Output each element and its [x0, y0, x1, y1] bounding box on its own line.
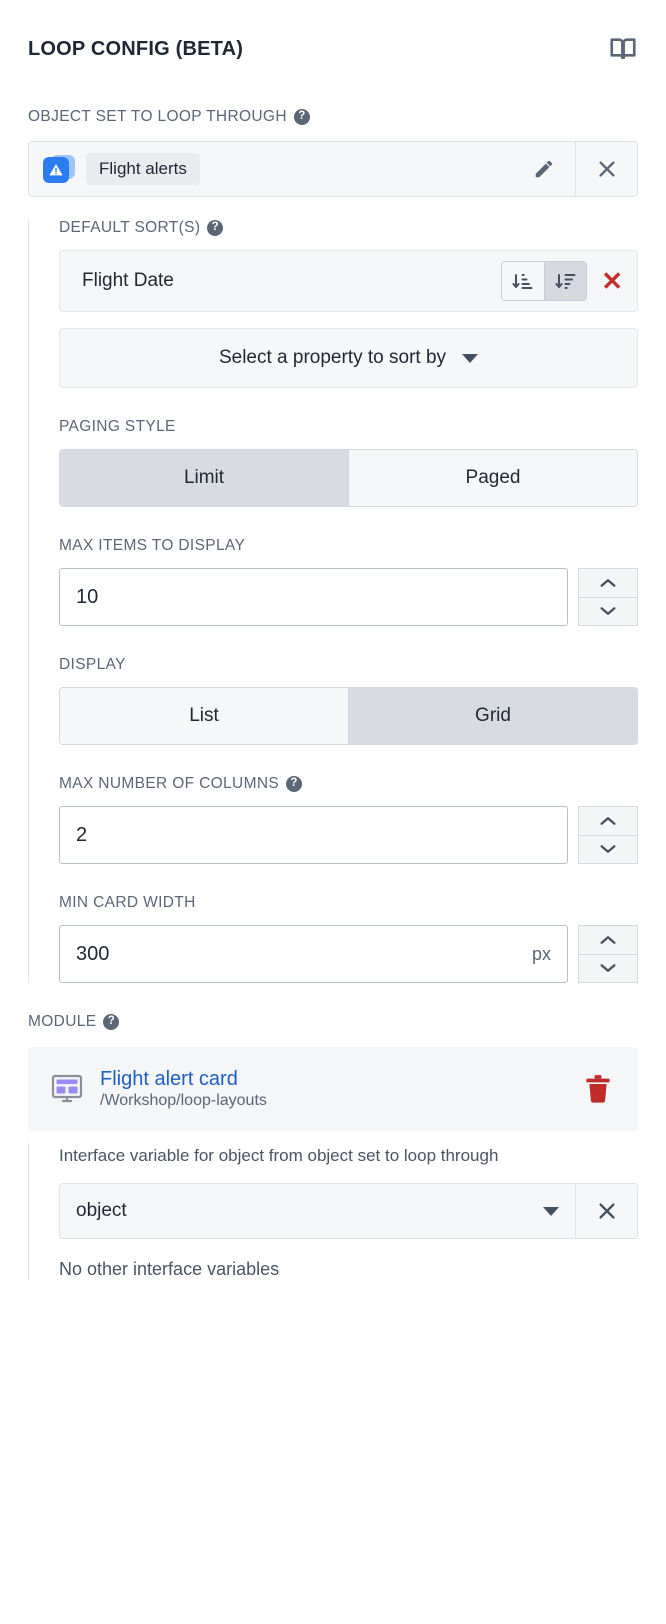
module-label-text: MODULE — [28, 1013, 97, 1030]
add-sort-select[interactable]: Select a property to sort by — [59, 328, 638, 388]
max-columns-input[interactable]: 2 — [59, 806, 568, 864]
max-items-stepper — [578, 568, 638, 626]
help-icon[interactable]: ? — [207, 220, 224, 236]
interface-variable-row: object — [59, 1183, 638, 1240]
object-set-chip[interactable]: Flight alerts — [86, 153, 200, 185]
object-set-label: OBJECT SET TO LOOP THROUGH ? — [28, 108, 638, 126]
help-icon[interactable]: ? — [286, 776, 303, 792]
layout-screen-icon — [50, 1072, 84, 1106]
paging-style-option-limit[interactable]: Limit — [60, 450, 348, 506]
default-sorts-label-text: DEFAULT SORT(S) — [59, 219, 201, 236]
page-title: LOOP CONFIG (BETA) — [28, 37, 244, 60]
max-columns-value: 2 — [76, 823, 88, 846]
help-icon[interactable]: ? — [293, 109, 310, 125]
clear-object-set-button[interactable] — [575, 142, 637, 196]
object-set-row: Flight alerts — [28, 141, 638, 197]
remove-sort-button[interactable]: ✕ — [601, 268, 623, 294]
paging-style-option-paged[interactable]: Paged — [348, 450, 637, 506]
book-icon[interactable] — [608, 34, 638, 64]
chevron-down-icon[interactable] — [578, 597, 638, 626]
interface-variable-description: Interface variable for object from objec… — [59, 1146, 499, 1165]
edit-object-set-button[interactable] — [513, 142, 575, 196]
max-columns-label-text: MAX NUMBER OF COLUMNS — [59, 775, 280, 792]
paging-style-label-text: PAGING STYLE — [59, 418, 176, 435]
interface-variable-section: Interface variable for object from objec… — [28, 1143, 638, 1281]
trash-icon[interactable] — [584, 1074, 612, 1104]
min-card-width-label-text: MIN CARD WIDTH — [59, 894, 196, 911]
sort-descending-icon[interactable] — [544, 262, 587, 300]
min-card-width-value: 300 — [76, 942, 110, 965]
module-label: MODULE ? — [28, 1013, 638, 1031]
sort-direction-toggle — [501, 261, 588, 301]
min-card-width-unit: px — [531, 943, 551, 964]
paging-style-label: PAGING STYLE — [59, 418, 638, 436]
max-columns-field: 2 — [59, 806, 638, 864]
default-sorts-label: DEFAULT SORT(S) ? — [59, 219, 638, 237]
chevron-down-icon — [543, 1206, 559, 1216]
clear-interface-variable-button[interactable] — [575, 1184, 637, 1239]
chevron-up-icon[interactable] — [578, 925, 638, 955]
loop-config-panel: LOOP CONFIG (BETA) OBJECT SET TO LOOP TH… — [0, 0, 666, 1624]
loop-config-body: DEFAULT SORT(S) ? Flight Date ✕ Select a… — [28, 219, 638, 983]
display-toggle: List Grid — [59, 687, 638, 745]
chevron-down-icon[interactable] — [578, 954, 638, 983]
interface-variable-value: object — [76, 1200, 127, 1222]
add-sort-placeholder: Select a property to sort by — [218, 347, 447, 368]
display-option-list[interactable]: List — [60, 688, 348, 744]
paging-style-toggle: Limit Paged — [59, 449, 638, 507]
chevron-down-icon — [462, 353, 479, 363]
display-label-text: DISPLAY — [59, 656, 126, 673]
module-path: /Workshop/loop-layouts — [100, 1092, 267, 1109]
max-items-label: MAX ITEMS TO DISPLAY — [59, 537, 638, 555]
min-card-width-field: 300 px — [59, 925, 638, 983]
no-other-interface-variables-text: No other interface variables — [59, 1259, 280, 1280]
module-title-link[interactable]: Flight alert card — [100, 1068, 568, 1091]
max-items-value: 10 — [76, 585, 99, 608]
max-columns-stepper — [578, 806, 638, 864]
display-option-grid[interactable]: Grid — [348, 688, 637, 744]
warning-triangle-icon — [43, 153, 75, 185]
help-icon[interactable]: ? — [103, 1014, 120, 1030]
max-items-input[interactable]: 10 — [59, 568, 568, 626]
display-label: DISPLAY — [59, 656, 638, 674]
chevron-down-icon[interactable] — [578, 835, 638, 864]
panel-header: LOOP CONFIG (BETA) — [28, 0, 638, 64]
module-info: Flight alert card /Workshop/loop-layouts — [100, 1068, 568, 1110]
sort-property-name: Flight Date — [82, 270, 174, 291]
min-card-width-label: MIN CARD WIDTH — [59, 894, 638, 912]
object-set-label-text: OBJECT SET TO LOOP THROUGH — [28, 108, 287, 125]
sort-ascending-icon[interactable] — [502, 262, 545, 300]
interface-variable-select[interactable]: object — [60, 1184, 575, 1238]
sort-row: Flight Date ✕ — [59, 250, 638, 312]
min-card-width-input[interactable]: 300 px — [59, 925, 568, 983]
max-items-label-text: MAX ITEMS TO DISPLAY — [59, 537, 246, 554]
max-columns-label: MAX NUMBER OF COLUMNS ? — [59, 775, 638, 793]
object-set-value-area[interactable]: Flight alerts — [29, 142, 513, 196]
chevron-up-icon[interactable] — [578, 568, 638, 598]
min-card-width-stepper — [578, 925, 638, 983]
max-items-field: 10 — [59, 568, 638, 626]
module-card: Flight alert card /Workshop/loop-layouts — [28, 1047, 638, 1131]
chevron-up-icon[interactable] — [578, 806, 638, 836]
